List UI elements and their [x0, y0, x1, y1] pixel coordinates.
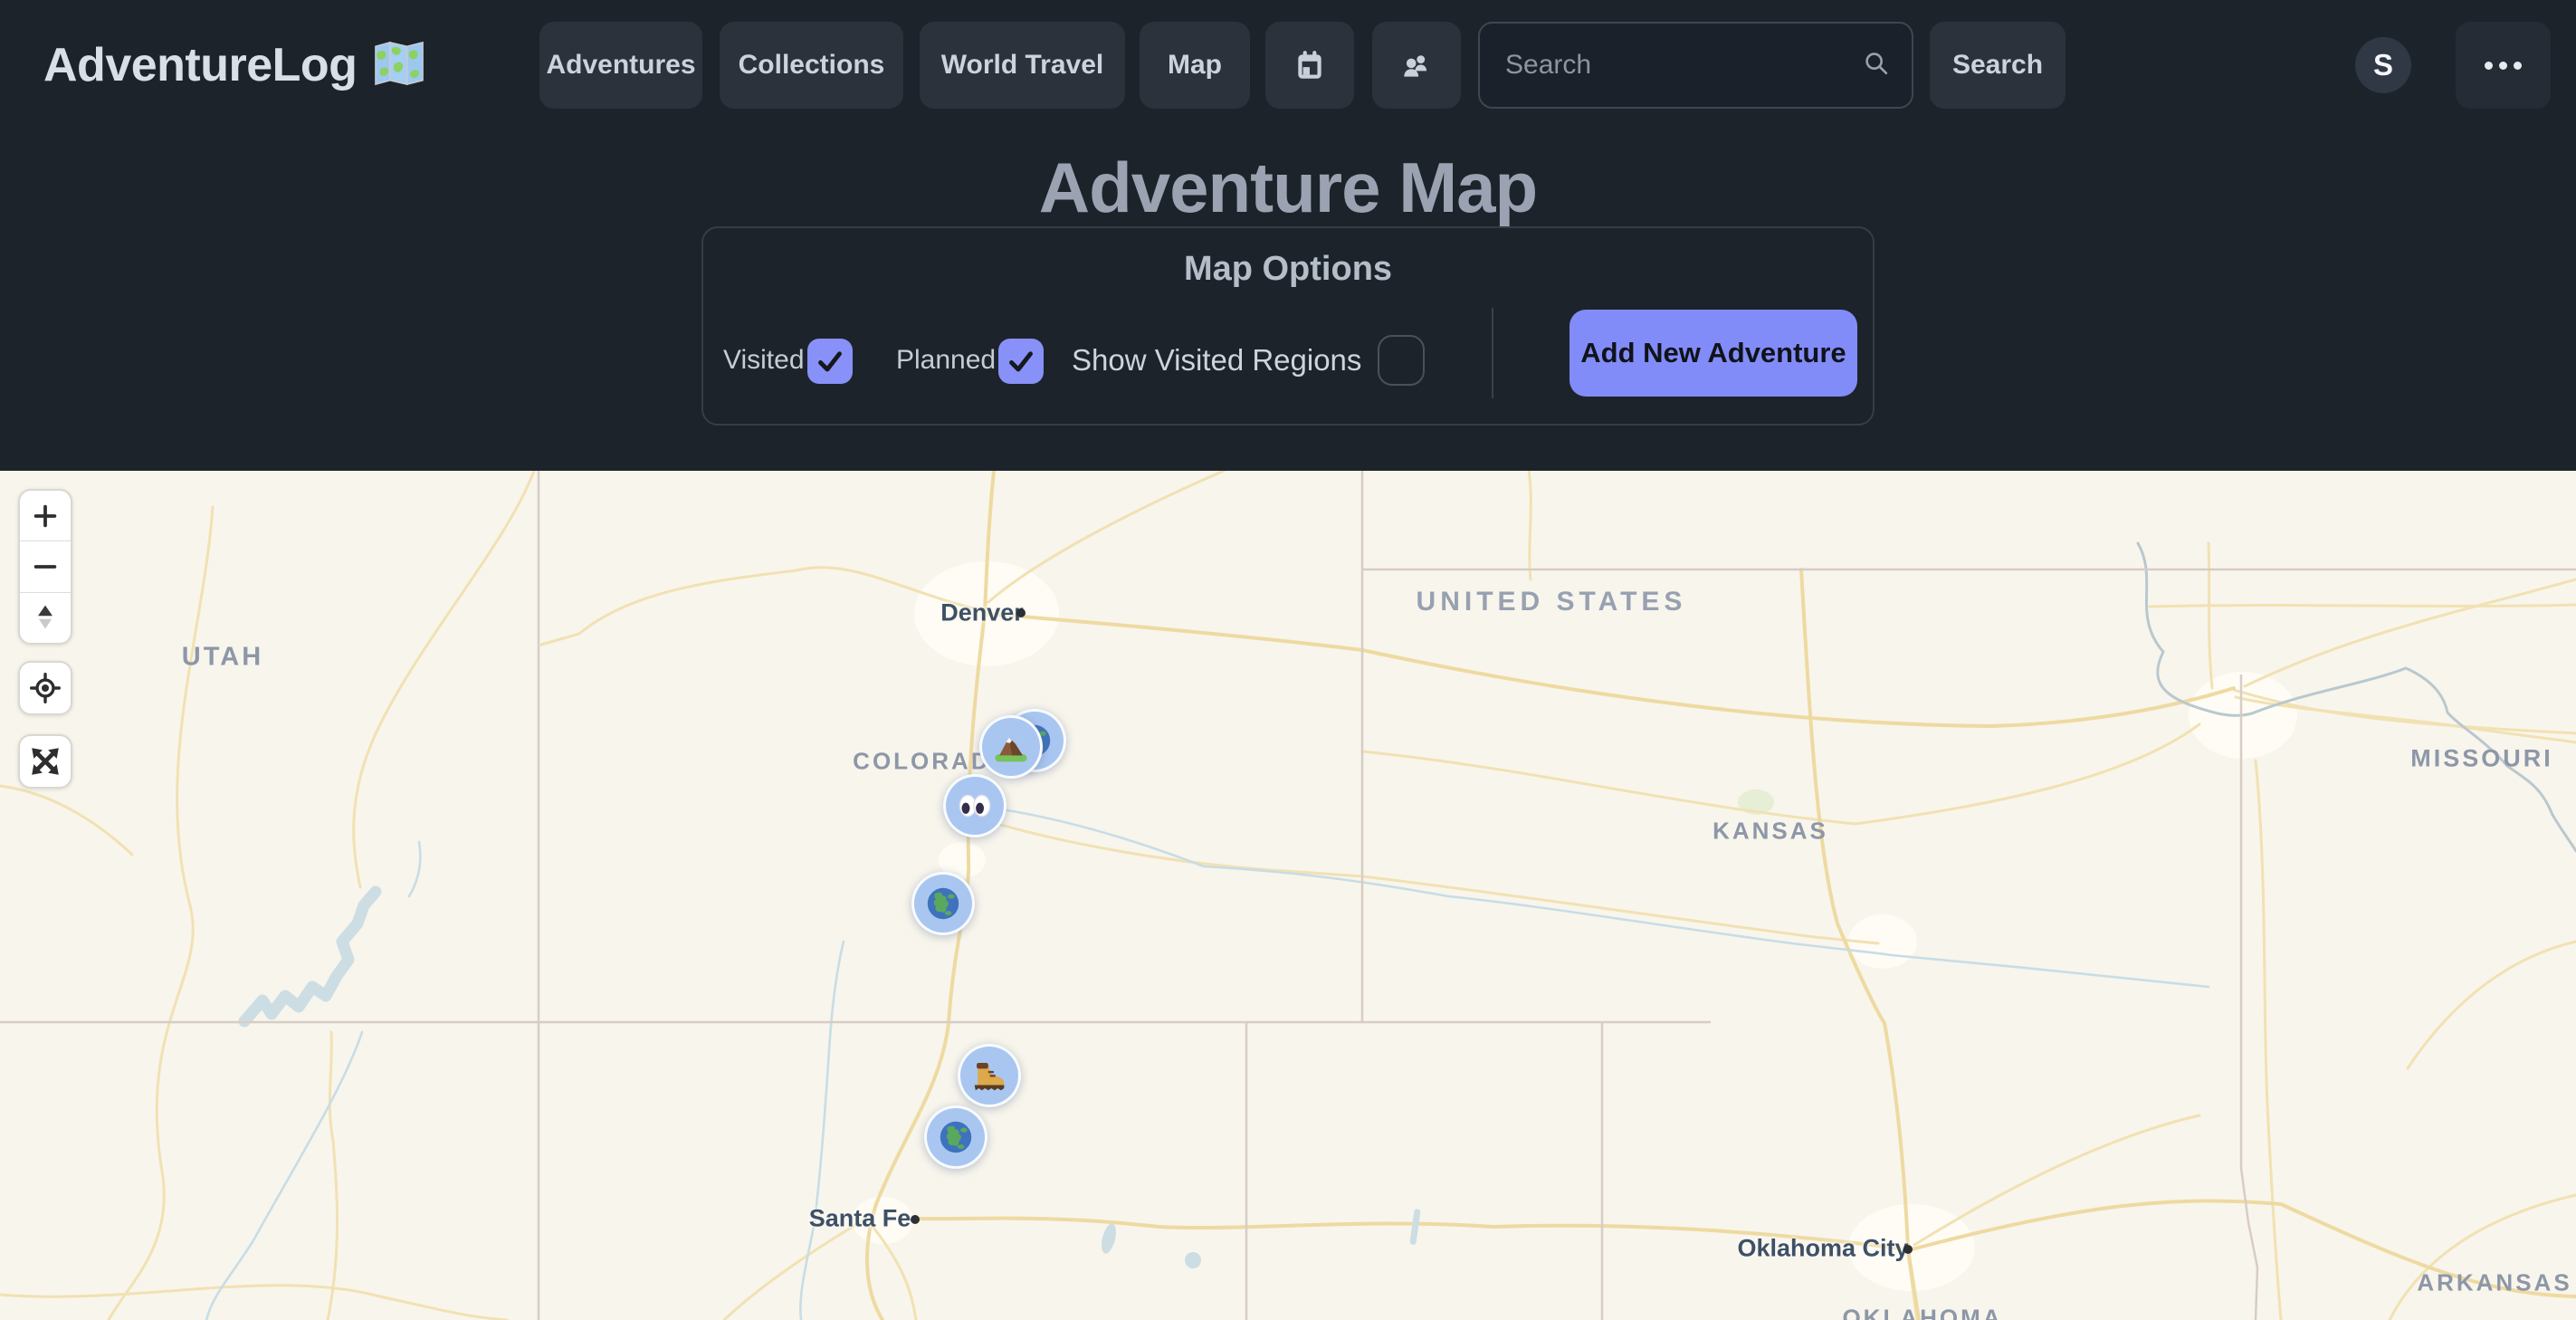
nav-button-adventures[interactable]: Adventures: [539, 22, 702, 109]
adventure-marker-mountain[interactable]: [979, 715, 1043, 779]
check-icon: [814, 345, 846, 378]
map-canvas[interactable]: UNITED STATES UTAHCOLORADOKANSASMISSOURI…: [0, 471, 2576, 1320]
show-visited-regions-label: Show Visited Regions: [1072, 343, 1361, 378]
avatar-initial: S: [2373, 48, 2393, 82]
city-label-denver: Denver: [940, 599, 1024, 627]
state-label-oklahoma: OKLAHOMA: [1842, 1305, 2002, 1320]
locate-icon: [28, 671, 62, 705]
visited-label: Visited: [723, 345, 805, 376]
page-title: Adventure Map: [0, 147, 2576, 229]
planned-checkbox[interactable]: [998, 339, 1044, 384]
fullscreen-icon: [28, 744, 62, 779]
globe-icon: [925, 885, 961, 922]
search-field-wrap: [1478, 22, 1913, 109]
users-icon: [1398, 48, 1435, 82]
more-menu-button[interactable]: [2456, 22, 2551, 109]
ellipsis-icon: [2485, 62, 2522, 70]
city-label-santa-fe: Santa Fe: [809, 1205, 911, 1233]
calendar-button[interactable]: [1265, 22, 1354, 109]
add-new-adventure-button[interactable]: Add New Adventure: [1569, 310, 1857, 397]
pitch-toggle-button[interactable]: [20, 592, 71, 643]
zoom-in-button[interactable]: [20, 491, 71, 540]
locate-button[interactable]: [18, 661, 72, 715]
map-options-card: Map Options Visited Planned Show Visited…: [701, 226, 1875, 426]
map-options-title: Map Options: [703, 250, 1873, 289]
search-input[interactable]: [1480, 50, 1861, 81]
brand[interactable]: AdventureLog: [43, 38, 425, 92]
adventure-marker-globe[interactable]: [924, 1105, 987, 1169]
globe-icon: [938, 1119, 974, 1155]
nav-button-map[interactable]: Map: [1140, 22, 1250, 109]
zoom-out-button[interactable]: [20, 540, 71, 591]
adventurelog-app: AdventureLog AdventuresCollectionsWorld …: [0, 0, 2576, 1320]
options-divider: [1492, 308, 1493, 398]
show-visited-regions-checkbox[interactable]: [1378, 335, 1425, 386]
nav-button-collections[interactable]: Collections: [720, 22, 903, 109]
eyes-icon: [957, 788, 993, 824]
search-icon: [1861, 48, 1892, 83]
plus-icon: [30, 501, 61, 531]
adventure-marker-globe[interactable]: [911, 872, 975, 935]
city-dot: [911, 1215, 920, 1224]
city-dot: [1016, 608, 1026, 617]
nav-button-world-travel[interactable]: World Travel: [920, 22, 1125, 109]
world-map-icon: [373, 39, 425, 92]
calendar-icon: [1293, 48, 1327, 82]
fullscreen-button[interactable]: [18, 734, 72, 789]
adventure-marker-boot[interactable]: [958, 1044, 1021, 1107]
search-button[interactable]: Search: [1930, 22, 2066, 109]
adventure-marker-eyes[interactable]: [943, 774, 1007, 837]
map-zoom-control-group: [18, 489, 72, 645]
pitch-arrows-icon: [31, 601, 60, 634]
minus-icon: [30, 551, 61, 582]
visited-checkbox[interactable]: [807, 339, 853, 384]
brand-title: AdventureLog: [43, 38, 357, 92]
planned-label: Planned: [896, 345, 996, 376]
state-label-kansas: KANSAS: [1713, 818, 1828, 846]
state-label-missouri: MISSOURI: [2410, 745, 2553, 773]
state-label-arkansas: ARKANSAS: [2417, 1269, 2571, 1297]
mountain-icon: [992, 728, 1030, 766]
shared-users-button[interactable]: [1372, 22, 1461, 109]
city-dot: [1903, 1245, 1913, 1254]
boot-icon: [970, 1057, 1008, 1095]
country-label: UNITED STATES: [1417, 587, 1687, 617]
city-label-oklahoma-city: Oklahoma City: [1737, 1235, 1908, 1263]
avatar[interactable]: S: [2355, 37, 2411, 93]
map-terrain: [0, 471, 2576, 1320]
check-icon: [1005, 345, 1037, 378]
state-label-utah: UTAH: [182, 643, 263, 673]
